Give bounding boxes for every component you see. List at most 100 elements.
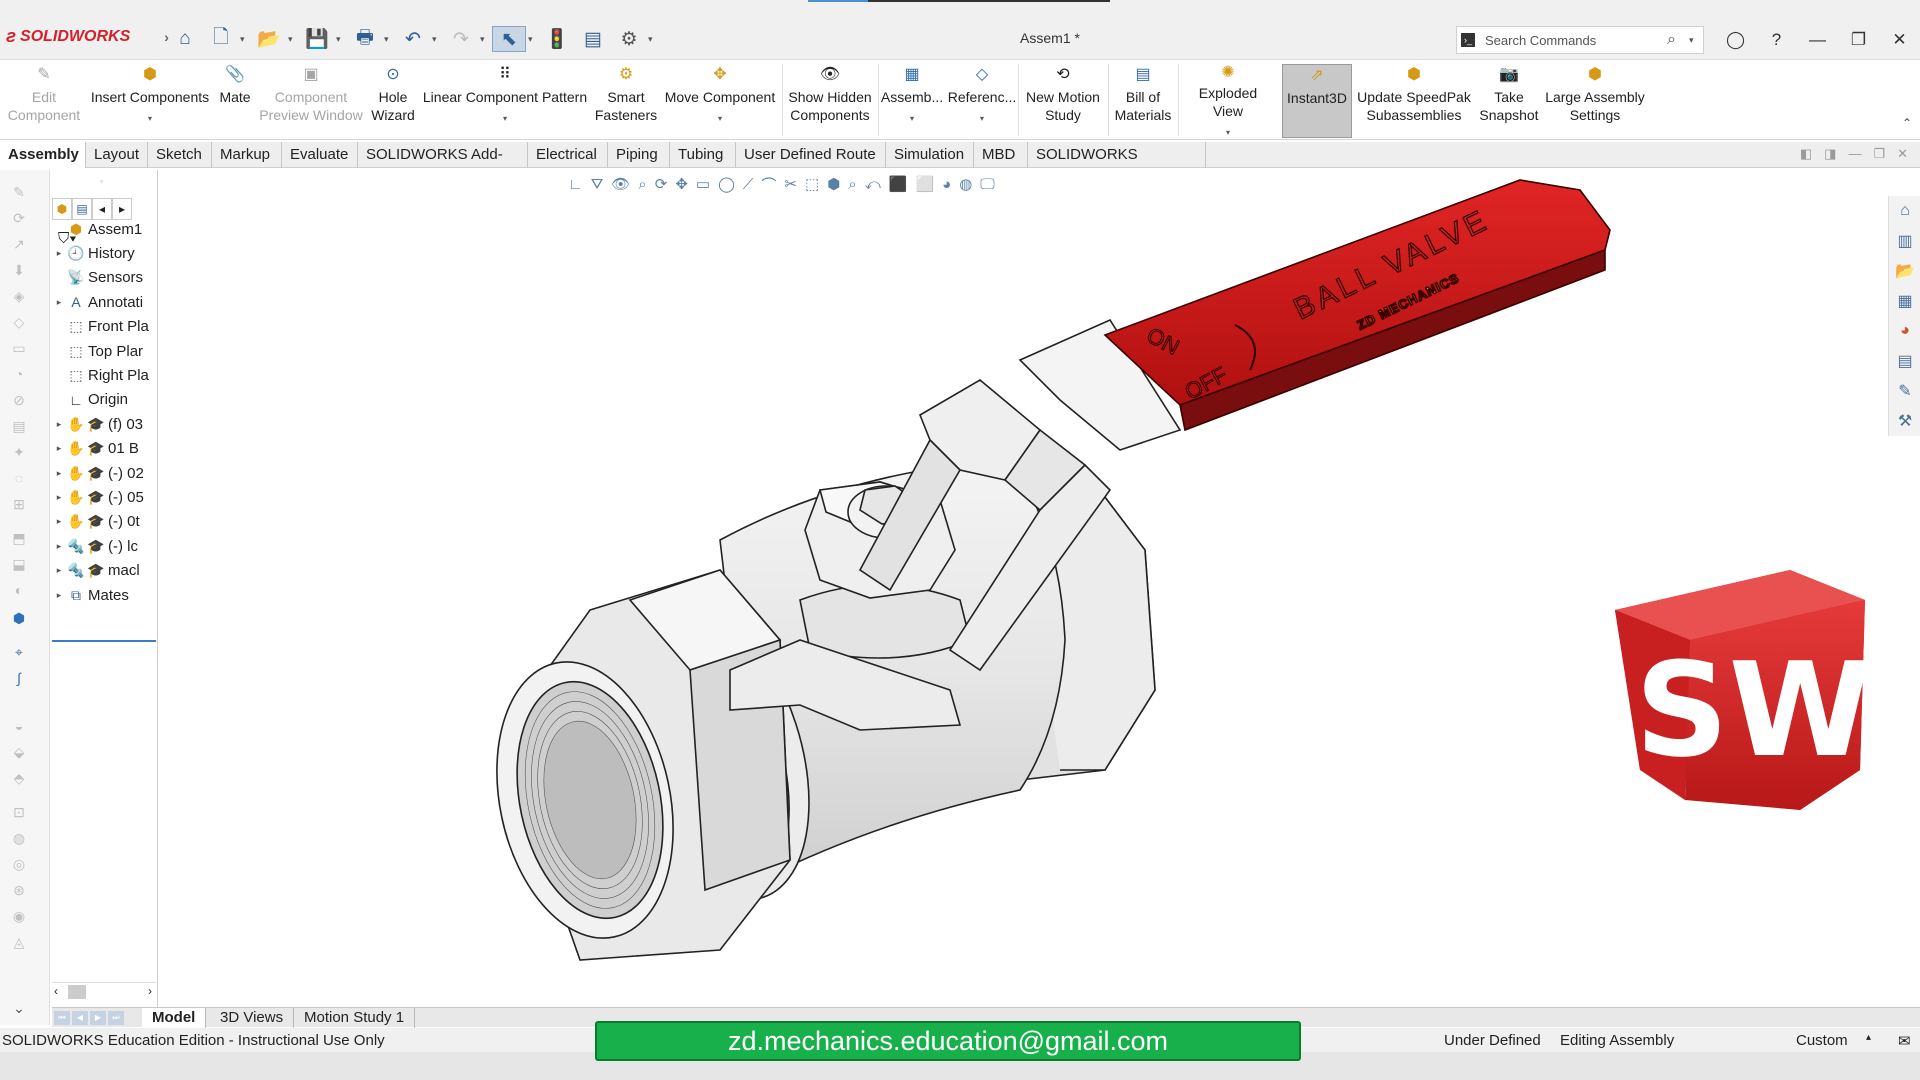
- linear-component-pattern-button[interactable]: ⠿ Linear Component Pattern ▾: [422, 64, 588, 138]
- scroll-left-icon[interactable]: ‹: [54, 984, 58, 998]
- tab-3d-views[interactable]: 3D Views: [210, 1008, 295, 1028]
- display-style-icon[interactable]: ⬢: [827, 175, 840, 193]
- redo-icon[interactable]: ↷: [444, 26, 478, 52]
- tab-layout[interactable]: Layout: [86, 142, 148, 168]
- reference-geometry-button[interactable]: ◇ Referenc... ▾: [948, 64, 1016, 138]
- tool-icon[interactable]: ⬇: [8, 262, 30, 280]
- options-dropdown-icon[interactable]: ▾: [648, 34, 658, 45]
- bill-of-materials-button[interactable]: ▤ Bill of Materials: [1112, 64, 1174, 138]
- design-library-icon[interactable]: ▥: [1889, 226, 1920, 256]
- appearance-icon[interactable]: ◕: [942, 176, 951, 193]
- collapse-ribbon-icon[interactable]: ⌃: [1902, 116, 1912, 130]
- new-document-icon[interactable]: 🗋: [204, 26, 238, 52]
- tab-scroll-right-icon[interactable]: ▸: [112, 198, 132, 220]
- arc-icon[interactable]: ⌒: [761, 174, 776, 195]
- minimize-icon[interactable]: —: [1797, 26, 1838, 54]
- linear-pattern-dropdown-icon[interactable]: ▾: [503, 114, 507, 124]
- tool-icon[interactable]: ◍: [8, 830, 30, 848]
- tab-solidworks-visualize[interactable]: SOLIDWORKS Visualize: [1028, 142, 1206, 188]
- tool-icon[interactable]: ⟳: [8, 210, 30, 228]
- next-tab-icon[interactable]: ▶: [90, 1011, 106, 1025]
- smart-fasteners-button[interactable]: ⚙ Smart Fasteners: [594, 64, 658, 138]
- tab-model[interactable]: Model: [142, 1008, 207, 1028]
- take-snapshot-button[interactable]: 📷 Take Snapshot: [1478, 64, 1540, 138]
- rectangle-icon[interactable]: ▭: [696, 175, 710, 193]
- insert-components-dropdown-icon[interactable]: ▾: [148, 114, 152, 124]
- tool-icon[interactable]: ◈: [8, 288, 30, 306]
- file-explorer-icon[interactable]: 📂: [1889, 256, 1920, 286]
- view-palette-icon[interactable]: ▦: [1889, 286, 1920, 316]
- custom-properties-icon[interactable]: ▤: [1889, 346, 1920, 376]
- tab-user-defined-route[interactable]: User Defined Route: [736, 142, 886, 168]
- tree-item[interactable]: ▸ ✋ 🎓 01 B: [52, 438, 158, 460]
- expand-arrow-icon[interactable]: ▸: [52, 516, 66, 527]
- expand-arrow-icon[interactable]: ▸: [52, 468, 66, 479]
- circle-icon[interactable]: ◯: [718, 175, 735, 193]
- tree-item[interactable]: ⬚ Front Pla: [52, 316, 158, 338]
- new-dropdown-icon[interactable]: ▾: [240, 34, 250, 45]
- tab-tubing[interactable]: Tubing: [670, 142, 736, 168]
- tile-right-icon[interactable]: ◨: [1824, 146, 1836, 162]
- units-dropdown-icon[interactable]: ▴: [1866, 1032, 1871, 1043]
- scene-icon[interactable]: ◍: [959, 175, 972, 193]
- tool-icon[interactable]: ◒: [8, 718, 30, 736]
- tab-simulation[interactable]: Simulation: [886, 142, 974, 168]
- user-account-icon[interactable]: ◯: [1715, 26, 1756, 54]
- ball-valve-model[interactable]: BALL VALVE ZD MECHANICS ON OFF SW: [160, 170, 1884, 1005]
- exploded-view-dropdown-icon[interactable]: ▾: [1226, 128, 1230, 138]
- tree-item[interactable]: ▸ ✋ 🎓 (-) 0t: [52, 511, 158, 533]
- tool-icon[interactable]: ◐: [8, 582, 30, 600]
- tree-item[interactable]: ⬚ Top Plar: [52, 340, 158, 362]
- feature-tree-tab-icon[interactable]: ⬢: [52, 198, 72, 220]
- traffic-light-icon[interactable]: 🚦: [540, 26, 574, 52]
- tree-item[interactable]: ▸ ✋ 🎓 (f) 03: [52, 413, 158, 435]
- tree-item[interactable]: 📡 Sensors: [52, 267, 158, 289]
- tool-icon[interactable]: ✎: [8, 184, 30, 202]
- tool-icon[interactable]: ⊘: [8, 392, 30, 410]
- property-manager-tab-icon[interactable]: ▤: [72, 198, 92, 220]
- cube-view-icon[interactable]: ⬜: [915, 175, 934, 193]
- spline-icon[interactable]: ∫: [8, 670, 30, 688]
- tool-icon[interactable]: ⊞: [8, 496, 30, 514]
- select-dropdown-icon[interactable]: ▾: [528, 34, 538, 45]
- section-view-icon[interactable]: ⬚: [805, 175, 819, 193]
- tab-mbd[interactable]: MBD: [974, 142, 1028, 168]
- tool-icon[interactable]: ⬓: [8, 556, 30, 574]
- new-motion-study-button[interactable]: ⟲ New Motion Study: [1022, 64, 1104, 138]
- search-input[interactable]: Search Commands: [1479, 33, 1667, 48]
- tab-evaluate[interactable]: Evaluate: [282, 142, 358, 168]
- open-dropdown-icon[interactable]: ▾: [288, 34, 298, 45]
- tab-assembly[interactable]: Assembly: [0, 142, 86, 168]
- tile-left-icon[interactable]: ◧: [1800, 146, 1812, 162]
- tool-icon[interactable]: ⊛: [8, 882, 30, 900]
- search-dropdown-icon[interactable]: ▾: [1689, 35, 1703, 46]
- scroll-thumb[interactable]: [68, 985, 86, 999]
- tree-item[interactable]: ▸ 🔩 🎓 (-) lc: [52, 535, 158, 557]
- doc-close-icon[interactable]: ✕: [1897, 146, 1908, 162]
- pan-icon[interactable]: ✥: [675, 175, 688, 193]
- file-properties-icon[interactable]: ▤: [576, 26, 610, 52]
- sketch-plane-icon[interactable]: ⛛: [591, 176, 604, 193]
- home-icon[interactable]: ⌂: [168, 26, 202, 52]
- tool-icon[interactable]: ⊡: [8, 804, 30, 822]
- tools-icon[interactable]: ⚒: [1889, 406, 1920, 436]
- tree-item[interactable]: ▸ A Annotati: [52, 291, 158, 313]
- hide-show-items-icon[interactable]: 👁: [611, 175, 630, 193]
- tree-item[interactable]: ▸ 🕘 History: [52, 242, 158, 264]
- tool-icon[interactable]: ◬: [8, 934, 30, 952]
- instant3d-button[interactable]: ⇗ Instant3D: [1282, 64, 1352, 138]
- cube-view-icon[interactable]: ⬛: [889, 175, 908, 193]
- select-cursor-icon[interactable]: ⬉: [492, 26, 526, 52]
- expand-arrow-icon[interactable]: ▸: [52, 443, 66, 454]
- options-gear-icon[interactable]: ⚙: [612, 26, 646, 52]
- scroll-right-icon[interactable]: ›: [148, 984, 152, 998]
- assembly-features-dropdown-icon[interactable]: ▾: [910, 114, 914, 124]
- tree-item[interactable]: ▸ ⧉ Mates: [52, 584, 158, 606]
- solidworks-resources-icon[interactable]: ⌂: [1889, 196, 1920, 226]
- move-component-button[interactable]: ✥ Move Component ▾: [662, 64, 778, 138]
- expand-arrow-icon[interactable]: ▸: [52, 541, 66, 552]
- tool-icon[interactable]: ▤: [8, 418, 30, 436]
- tree-item[interactable]: ▸ 🔩 🎓 macl: [52, 560, 158, 582]
- tree-item[interactable]: ⬢ Assem1: [52, 218, 158, 240]
- tree-horizontal-scrollbar[interactable]: ‹ ›: [52, 982, 156, 1000]
